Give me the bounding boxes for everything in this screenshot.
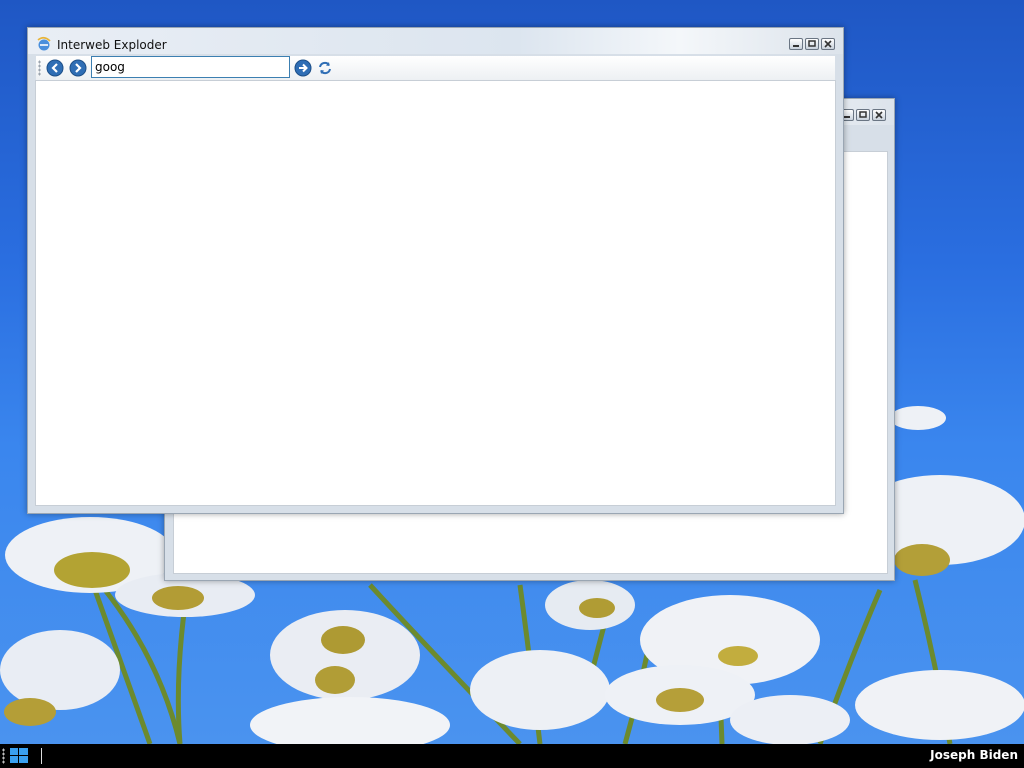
taskbar: Joseph Biden — [0, 744, 1024, 768]
maximize-button[interactable] — [856, 109, 870, 121]
close-button[interactable] — [821, 38, 835, 50]
taskbar-grip[interactable] — [2, 748, 5, 764]
refresh-icon[interactable] — [316, 59, 334, 77]
close-icon — [875, 111, 883, 119]
background-window-controls — [840, 109, 886, 121]
minimize-icon — [793, 45, 799, 47]
browser-titlebar[interactable]: Interweb Exploder — [28, 28, 843, 54]
taskbar-user-name: Joseph Biden — [930, 748, 1018, 762]
windows-logo-icon[interactable] — [9, 747, 29, 765]
browser-title: Interweb Exploder — [57, 38, 167, 52]
close-icon — [824, 40, 832, 48]
maximize-button[interactable] — [805, 38, 819, 50]
browser-logo-icon — [37, 36, 51, 51]
forward-arrow-icon[interactable] — [69, 59, 87, 77]
minimize-button[interactable] — [789, 38, 803, 50]
maximize-icon — [808, 40, 816, 47]
go-arrow-icon[interactable] — [294, 59, 312, 77]
browser-toolbar — [36, 56, 835, 81]
browser-content-area[interactable] — [35, 80, 836, 506]
toolbar-grip[interactable] — [38, 60, 41, 76]
close-button[interactable] — [872, 109, 886, 121]
back-arrow-icon[interactable] — [46, 59, 64, 77]
taskbar-separator — [41, 748, 42, 764]
address-bar-input[interactable] — [91, 56, 290, 78]
desktop-background: Interweb Exploder — [0, 0, 1024, 744]
browser-window-controls — [789, 38, 835, 50]
maximize-icon — [859, 111, 867, 118]
browser-window[interactable]: Interweb Exploder — [27, 27, 844, 514]
